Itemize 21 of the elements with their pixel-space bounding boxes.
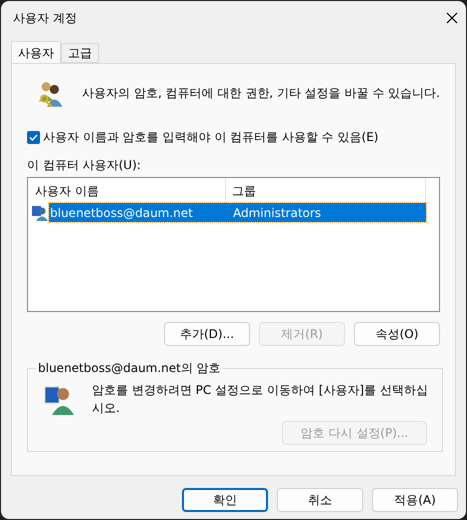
password-hint-text: 암호를 변경하려면 PC 설정으로 이동하여 [사용자]를 선택하십시오. [92,382,429,417]
column-header[interactable]: 그룹 [226,178,425,203]
dialog-button[interactable]: 취소 [277,488,363,512]
users-label: 이 컴퓨터 사용자(U): [27,157,141,174]
action-button[interactable]: 속성(O) [354,322,440,346]
checkbox[interactable] [27,130,40,144]
dialog-button[interactable]: 확인 [182,488,268,512]
table-cell-text: bluenetboss@daum.net [49,204,194,222]
close-icon[interactable] [446,12,458,24]
action-button[interactable]: 추가(D)... [164,322,250,346]
check-icon [29,132,38,142]
table-row[interactable]: bluenetboss@daum.net Administrators [49,203,426,222]
table-cell-text: Administrators [232,204,322,222]
window-title: 사용자 계정 [13,10,77,27]
description-text: 사용자의 암호, 컴퓨터에 대한 권한, 기타 설정을 바꿀 수 있습니다. [82,85,440,102]
user-icon [32,204,48,220]
dialog-button[interactable]: 적용(A) [372,488,458,512]
tab[interactable]: 고급 [61,43,99,63]
tab[interactable]: 사용자 [11,41,61,63]
group-title: bluenetboss@daum.net의 암호 [37,360,222,377]
checkbox-label: 사용자 이름과 암호를 입력해야 이 컴퓨터를 사용할 수 있음(E) [43,129,378,146]
